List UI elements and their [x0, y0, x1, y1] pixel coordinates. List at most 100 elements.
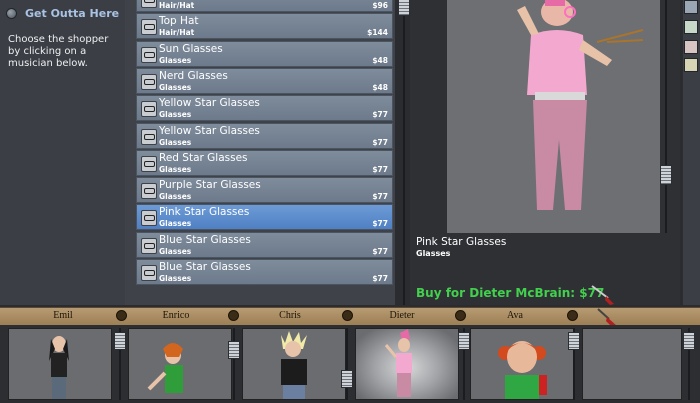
- list-item[interactable]: Yellow Star Glasses Glasses $77: [136, 95, 393, 122]
- musician-stage-ava[interactable]: [470, 328, 574, 400]
- item-name: Nerd Glasses: [159, 69, 228, 82]
- musician-figure-chris: [281, 331, 307, 399]
- item-list-scrollbar[interactable]: [398, 0, 410, 305]
- preview-panel: Pink Star Glasses Glasses Buy for Dieter…: [410, 0, 680, 305]
- item-price: $96: [372, 1, 388, 10]
- item-category: Glasses: [159, 246, 192, 256]
- exit-bullet-icon: [6, 7, 17, 19]
- list-item[interactable]: Yellow Star Glasses Glasses $77: [136, 122, 393, 149]
- item-price: $48: [372, 82, 388, 92]
- list-item[interactable]: Blue Star Glasses Glasses $77: [136, 231, 393, 258]
- sidebar: Get Outta Here Choose the shopper by cli…: [0, 0, 127, 305]
- list-item[interactable]: Top Hat Hair/Hat $144: [136, 13, 393, 40]
- musician-figure-dieter: [384, 329, 412, 397]
- musician-stage-chris[interactable]: [242, 328, 346, 400]
- buy-button[interactable]: Buy for Dieter McBrain: $77: [416, 286, 604, 300]
- item-category: Hair/Hat: [159, 1, 195, 10]
- musician-slider-ava[interactable]: [568, 328, 580, 400]
- glasses-thumb-icon: [141, 73, 157, 90]
- item-category: Glasses: [159, 192, 192, 202]
- item-price: $77: [372, 219, 388, 229]
- item-name: Blue Star Glasses: [159, 261, 251, 273]
- musician-slider-enrico[interactable]: [228, 328, 240, 400]
- down-arrow-icon[interactable]: [684, 20, 698, 34]
- item-price: $48: [372, 55, 388, 65]
- item-list-scroll-thumb[interactable]: [398, 0, 410, 16]
- musician-name-chris[interactable]: Chris: [240, 309, 340, 323]
- item-price: $144: [367, 28, 388, 38]
- list-item[interactable]: DEVO HatHair/Hat$96: [136, 0, 393, 12]
- item-category: Glasses: [159, 110, 192, 120]
- get-outta-here-label: Get Outta Here: [25, 6, 120, 20]
- right-toolbar: [683, 0, 700, 305]
- walk-icon[interactable]: [684, 0, 698, 14]
- item-list-panel: DEVO HatHair/Hat$96Top HatHair/Hat$144Su…: [125, 0, 395, 305]
- musician-slider-emil[interactable]: [114, 328, 126, 400]
- glasses-thumb-icon: [141, 210, 157, 227]
- character-preview-viewport[interactable]: [447, 0, 660, 233]
- preview-zoom-slider[interactable]: [660, 0, 672, 233]
- list-item[interactable]: Purple Star Glasses Glasses $77: [136, 177, 393, 204]
- glasses-thumb-icon: [141, 183, 157, 200]
- item-category: Glasses: [159, 274, 192, 283]
- list-item[interactable]: Sun Glasses Glasses $48: [136, 40, 393, 67]
- preview-item-name: Pink Star Glasses: [416, 236, 507, 248]
- list-item[interactable]: Red Star Glasses Glasses $77: [136, 149, 393, 176]
- item-price: $77: [372, 192, 388, 202]
- musician-name-enrico[interactable]: Enrico: [126, 309, 226, 323]
- item-category: Glasses: [159, 137, 192, 147]
- musician-stage-emil[interactable]: [8, 328, 112, 400]
- character-model-preview: [517, 0, 644, 210]
- band-lineup-bar: Emil Enrico Chris Dieter Ava: [0, 307, 700, 327]
- item-name: Sun Glasses: [159, 42, 223, 55]
- list-item[interactable]: Nerd Glasses Glasses $48: [136, 67, 393, 94]
- musician-stage-dieter[interactable]: [355, 328, 459, 400]
- item-category: Glasses: [159, 164, 192, 174]
- glasses-thumb-icon: [141, 237, 157, 254]
- item-name: Yellow Star Glasses: [159, 124, 260, 137]
- musician-slider-chris[interactable]: [341, 328, 353, 400]
- list-item[interactable]: Blue Star Glasses Glasses $77: [136, 259, 393, 285]
- item-name: Yellow Star Glasses: [159, 97, 260, 110]
- instructions-text: Choose the shopper by clicking on a musi…: [8, 34, 109, 69]
- glasses-thumb-icon: [141, 19, 157, 36]
- musician-stages: [0, 325, 700, 400]
- musician-name-emil[interactable]: Emil: [13, 309, 113, 323]
- guitar-cursor-icon: [591, 285, 614, 305]
- musician-figure-emil: [49, 336, 69, 399]
- glasses-thumb-icon: [141, 0, 157, 8]
- musician-slider-dieter[interactable]: [458, 328, 470, 400]
- glasses-thumb-icon: [141, 101, 157, 118]
- musician-stage-enrico[interactable]: [128, 328, 232, 400]
- smiley-icon: [567, 310, 578, 321]
- item-name: Purple Star Glasses: [159, 179, 261, 192]
- item-price: $77: [372, 110, 388, 120]
- item-category: Glasses: [159, 219, 192, 229]
- musician-figure-ava: [498, 341, 547, 399]
- money-icon[interactable]: [684, 58, 698, 72]
- glasses-thumb-icon: [141, 265, 157, 281]
- item-category: Hair/Hat: [159, 28, 195, 38]
- glasses-thumb-icon: [141, 155, 157, 172]
- smiley-icon: [228, 310, 239, 321]
- item-price: $77: [372, 274, 388, 283]
- get-outta-here-button[interactable]: Get Outta Here: [6, 6, 119, 20]
- item-price: $77: [372, 164, 388, 174]
- list-item[interactable]: Pink Star Glasses Glasses $77: [136, 204, 393, 231]
- item-price: $77: [372, 246, 388, 256]
- item-category: Glasses: [159, 82, 192, 92]
- musician-name-ava[interactable]: Ava: [465, 309, 565, 323]
- item-category: Glasses: [159, 55, 192, 65]
- item-name: Top Hat: [159, 15, 199, 28]
- item-price: $77: [372, 137, 388, 147]
- musician-name-dieter[interactable]: Dieter: [352, 309, 452, 323]
- glasses-thumb-icon: [141, 128, 157, 145]
- graph-icon[interactable]: [684, 40, 698, 54]
- preview-zoom-thumb[interactable]: [660, 165, 672, 185]
- lineup-scrollbar[interactable]: [683, 328, 695, 400]
- item-name: Blue Star Glasses: [159, 233, 251, 246]
- item-name: Red Star Glasses: [159, 151, 248, 164]
- glasses-thumb-icon: [141, 46, 157, 63]
- musician-figure-enrico: [147, 343, 183, 393]
- musician-stage-empty[interactable]: [582, 328, 682, 400]
